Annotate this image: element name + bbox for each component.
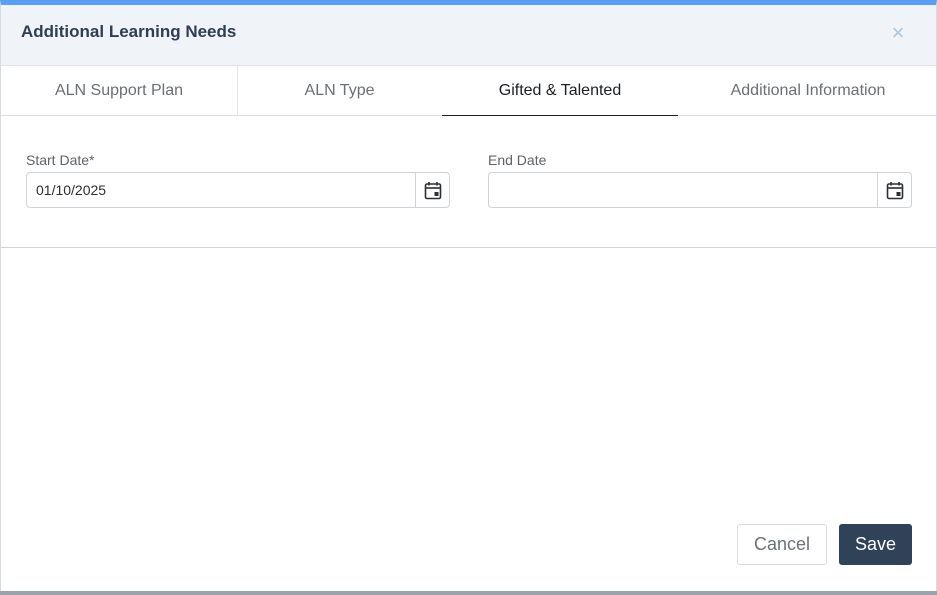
cancel-button[interactable]: Cancel: [737, 524, 827, 565]
modal-title: Additional Learning Needs: [21, 22, 237, 41]
start-date-value[interactable]: 01/10/2025: [36, 173, 106, 207]
start-date-label: Start Date*: [26, 152, 95, 168]
calendar-icon: [886, 181, 903, 199]
tab-additional-information[interactable]: Additional Information: [678, 66, 937, 116]
tab-gifted-talented[interactable]: Gifted & Talented: [442, 66, 678, 116]
section-divider: [1, 247, 936, 248]
start-date-calendar-button[interactable]: [415, 173, 449, 207]
tab-aln-type[interactable]: ALN Type: [238, 66, 441, 116]
tab-aln-support-plan[interactable]: ALN Support Plan: [1, 66, 237, 116]
end-date-label: End Date: [488, 152, 547, 168]
modal-header: Additional Learning Needs ×: [1, 5, 936, 66]
end-date-calendar-button[interactable]: [877, 173, 911, 207]
close-icon[interactable]: ×: [886, 21, 910, 45]
calendar-icon: [424, 181, 441, 199]
save-button[interactable]: Save: [839, 524, 912, 565]
modal-dialog: Additional Learning Needs × ALN Support …: [0, 0, 937, 593]
start-date-field[interactable]: 01/10/2025: [26, 172, 450, 208]
end-date-field[interactable]: [488, 172, 912, 208]
tab-bar: ALN Support Plan ALN Type Gifted & Talen…: [1, 66, 936, 116]
backdrop-edge: [0, 591, 937, 595]
